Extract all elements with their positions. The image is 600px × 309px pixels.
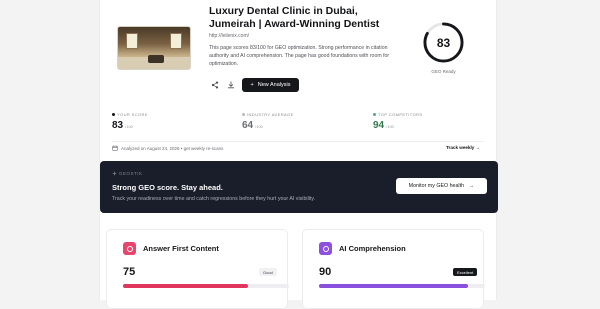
monitor-geo-button[interactable]: Monitor my GEO health →: [396, 178, 487, 194]
share-icon: [211, 81, 219, 89]
brain-icon: [319, 242, 332, 255]
banner-subtext: Track your readiness over time and catch…: [112, 196, 316, 202]
stat-label: TOP COMPETITORS: [378, 112, 423, 117]
divider: [112, 141, 484, 142]
thumbnail-window: [170, 33, 182, 49]
metric-progress-track: [319, 284, 485, 288]
metric-score: 75: [123, 266, 136, 278]
track-weekly-link[interactable]: Track weekly →: [446, 145, 480, 150]
page-thumbnail: [117, 26, 191, 70]
stat-value: 64: [242, 120, 254, 131]
monitor-banner: GEOSTIK Strong GEO score. Stay ahead. Tr…: [100, 161, 498, 213]
metric-badge: Excellent: [453, 268, 478, 276]
stat-max: /100: [255, 124, 263, 129]
analyzed-text: Analyzed on August 24, 2026 • get weekly…: [121, 145, 224, 151]
new-analysis-label: New Analysis: [257, 82, 291, 88]
analyzed-date: Analyzed on August 24, 2026 • get weekly…: [112, 145, 223, 151]
metric-card-ai-comprehension[interactable]: AI Comprehension 90 Excellent: [302, 229, 485, 309]
arrow-right-icon: →: [469, 183, 475, 189]
stat-dot: [242, 113, 245, 116]
page-url-link[interactable]: http://leilenix.com/: [209, 33, 249, 39]
score-summary: This page scores 83/100 for GEO optimiza…: [209, 45, 390, 67]
stat-your-score: YOUR SCORE 83/100: [112, 112, 148, 131]
stat-max: /100: [386, 124, 394, 129]
score-ring-value: 83: [436, 35, 451, 50]
metric-progress-track: [123, 284, 289, 288]
stat-value: 94: [373, 120, 385, 131]
track-weekly-label: Track weekly: [446, 145, 475, 150]
metric-name: Answer First Content: [143, 244, 219, 253]
share-button[interactable]: [210, 80, 220, 90]
target-icon: [123, 242, 136, 255]
stat-dot: [373, 113, 376, 116]
arrow-right-icon: →: [475, 145, 481, 150]
stat-label: YOUR SCORE: [117, 112, 148, 117]
monitor-geo-label: Monitor my GEO health: [408, 183, 465, 189]
metric-card-answer-first[interactable]: Answer First Content 75 Good: [106, 229, 289, 309]
plus-icon: +: [250, 82, 254, 88]
metric-name: AI Comprehension: [339, 244, 406, 253]
stat-max: /100: [125, 124, 133, 129]
thumbnail-dental-chair: [148, 55, 164, 63]
stat-dot: [112, 113, 115, 116]
banner-brand: GEOSTIK: [112, 171, 143, 176]
page-title: Luxury Dental Clinic in Dubai, Jumeirah …: [209, 5, 380, 30]
score-ring-label: GEO Ready: [431, 69, 456, 74]
download-button[interactable]: [226, 80, 236, 90]
thumbnail-window: [126, 33, 138, 49]
metric-score: 90: [319, 266, 332, 278]
download-icon: [227, 81, 235, 89]
stat-industry-average: INDUSTRY AVERAGE 64/100: [242, 112, 294, 131]
report-page: Luxury Dental Clinic in Dubai, Jumeirah …: [99, 0, 498, 309]
stat-label: INDUSTRY AVERAGE: [247, 112, 294, 117]
metric-badge: Good: [259, 268, 277, 276]
calendar-icon: [112, 145, 118, 151]
brand-name: GEOSTIK: [119, 171, 143, 176]
metric-progress-fill: [123, 284, 248, 288]
banner-headline: Strong GEO score. Stay ahead.: [112, 183, 223, 192]
stat-top-competitors: TOP COMPETITORS 94/100: [373, 112, 422, 131]
new-analysis-button[interactable]: + New Analysis: [242, 78, 299, 92]
metric-progress-fill: [319, 284, 469, 288]
sparkle-icon: [112, 171, 117, 176]
stat-value: 83: [112, 120, 124, 131]
